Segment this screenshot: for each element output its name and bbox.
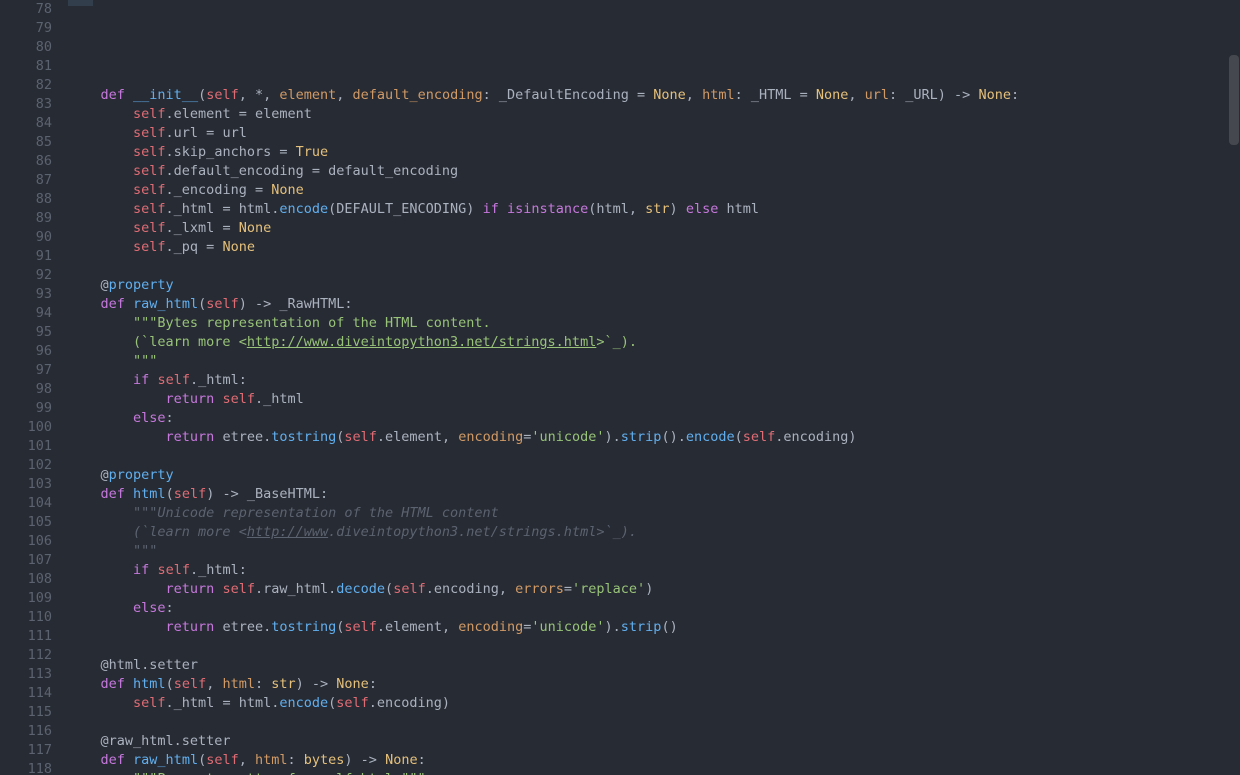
line-number: 94 <box>0 304 52 323</box>
code-line[interactable]: self.default_encoding = default_encoding <box>68 162 1240 181</box>
code-line[interactable]: return self._html <box>68 390 1240 409</box>
line-number: 79 <box>0 19 52 38</box>
line-number: 91 <box>0 247 52 266</box>
line-number: 106 <box>0 532 52 551</box>
code-line[interactable]: """Unicode representation of the HTML co… <box>68 504 1240 523</box>
code-line[interactable]: return etree.tostring(self.element, enco… <box>68 618 1240 637</box>
code-line[interactable]: """ <box>68 542 1240 561</box>
line-number: 81 <box>0 57 52 76</box>
code-line[interactable]: self._encoding = None <box>68 181 1240 200</box>
line-number: 110 <box>0 608 52 627</box>
line-number: 78 <box>0 0 52 19</box>
line-number: 98 <box>0 380 52 399</box>
code-line[interactable]: @raw_html.setter <box>68 732 1240 751</box>
code-line[interactable]: """Bytes representation of the HTML cont… <box>68 314 1240 333</box>
code-line[interactable] <box>68 48 1240 67</box>
line-number: 101 <box>0 437 52 456</box>
code-line[interactable]: self._html = html.encode(DEFAULT_ENCODIN… <box>68 200 1240 219</box>
scrollbar-thumb[interactable] <box>1229 55 1239 145</box>
code-line[interactable]: @property <box>68 466 1240 485</box>
code-line[interactable]: if self._html: <box>68 561 1240 580</box>
line-number: 105 <box>0 513 52 532</box>
code-line[interactable]: return self.raw_html.decode(self.encodin… <box>68 580 1240 599</box>
line-number: 83 <box>0 95 52 114</box>
code-line[interactable]: def html(self, html: str) -> None: <box>68 675 1240 694</box>
code-line[interactable]: @property <box>68 276 1240 295</box>
line-number: 95 <box>0 323 52 342</box>
code-line[interactable] <box>68 713 1240 732</box>
code-line[interactable]: return etree.tostring(self.element, enco… <box>68 428 1240 447</box>
line-number: 112 <box>0 646 52 665</box>
line-number: 116 <box>0 722 52 741</box>
code-editor[interactable]: 7879808182838485868788899091929394959697… <box>0 0 1240 775</box>
line-number: 84 <box>0 114 52 133</box>
line-number: 89 <box>0 209 52 228</box>
code-line[interactable]: (`learn more <http://www.diveintopython3… <box>68 523 1240 542</box>
line-number: 107 <box>0 551 52 570</box>
code-line[interactable]: self._html = html.encode(self.encoding) <box>68 694 1240 713</box>
line-number: 86 <box>0 152 52 171</box>
line-number: 104 <box>0 494 52 513</box>
line-number: 111 <box>0 627 52 646</box>
code-area[interactable]: def __init__(self, *, element, default_e… <box>62 0 1240 775</box>
code-line[interactable]: """ <box>68 352 1240 371</box>
line-number: 90 <box>0 228 52 247</box>
line-number-gutter: 7879808182838485868788899091929394959697… <box>0 0 62 775</box>
code-line[interactable]: (`learn more <http://www.diveintopython3… <box>68 333 1240 352</box>
code-line[interactable]: self._lxml = None <box>68 219 1240 238</box>
line-number: 113 <box>0 665 52 684</box>
code-line[interactable]: self.element = element <box>68 105 1240 124</box>
code-line[interactable]: if self._html: <box>68 371 1240 390</box>
line-number: 93 <box>0 285 52 304</box>
code-line[interactable] <box>68 637 1240 656</box>
code-line[interactable]: def raw_html(self) -> _RawHTML: <box>68 295 1240 314</box>
code-line[interactable] <box>68 447 1240 466</box>
code-line[interactable] <box>68 257 1240 276</box>
line-number: 88 <box>0 190 52 209</box>
line-number: 80 <box>0 38 52 57</box>
line-number: 82 <box>0 76 52 95</box>
line-number: 102 <box>0 456 52 475</box>
line-number: 117 <box>0 741 52 760</box>
code-line[interactable]: else: <box>68 599 1240 618</box>
code-line[interactable]: def raw_html(self, html: bytes) -> None: <box>68 751 1240 770</box>
code-line[interactable]: def html(self) -> _BaseHTML: <box>68 485 1240 504</box>
line-number: 108 <box>0 570 52 589</box>
line-number: 85 <box>0 133 52 152</box>
line-number: 87 <box>0 171 52 190</box>
line-number: 118 <box>0 760 52 775</box>
code-line[interactable]: self.url = url <box>68 124 1240 143</box>
code-line[interactable]: self.skip_anchors = True <box>68 143 1240 162</box>
line-number: 96 <box>0 342 52 361</box>
line-number: 103 <box>0 475 52 494</box>
code-line[interactable]: self._pq = None <box>68 238 1240 257</box>
line-number: 100 <box>0 418 52 437</box>
code-line[interactable] <box>68 67 1240 86</box>
line-number: 114 <box>0 684 52 703</box>
line-number: 109 <box>0 589 52 608</box>
indent-highlight <box>68 0 93 6</box>
line-number: 97 <box>0 361 52 380</box>
line-number: 99 <box>0 399 52 418</box>
code-line[interactable]: """Property setter for self.html.""" <box>68 770 1240 775</box>
line-number: 92 <box>0 266 52 285</box>
code-line[interactable]: else: <box>68 409 1240 428</box>
line-number: 115 <box>0 703 52 722</box>
vertical-scrollbar[interactable] <box>1228 0 1240 775</box>
code-line[interactable]: def __init__(self, *, element, default_e… <box>68 86 1240 105</box>
code-line[interactable]: @html.setter <box>68 656 1240 675</box>
